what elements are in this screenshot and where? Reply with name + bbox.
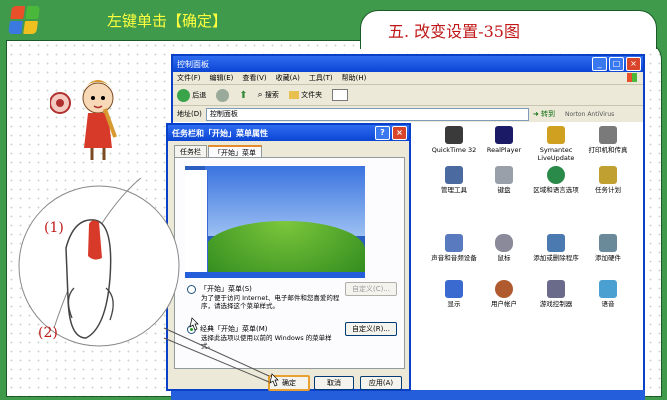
folders-label: 文件夹 [301,91,323,99]
address-bar: 地址(D) 控制面板 ➜ 转到 Norton AntiVirus [173,106,643,123]
slide-title: 五. 改变设置-35图 [388,22,520,41]
user-accounts-item[interactable]: 用户帐户 [481,280,527,308]
scheduled-tasks-label: 任务计划 [595,186,621,194]
up-folder-icon[interactable]: ⬆ [239,90,247,101]
user-accounts-label: 用户帐户 [491,300,517,308]
speech-label: 语音 [601,300,615,308]
search-button[interactable]: ⌕ 搜索 [258,90,279,100]
slide-hint: 左键单击【确定】 [107,12,228,30]
menu-file[interactable]: 文件(F) [177,73,201,83]
sounds-label: 声音和音频设备 [431,254,477,262]
admin-tools-item[interactable]: 管理工具 [431,166,477,194]
search-icon: ⌕ [257,90,263,100]
printers-item[interactable]: 打印机和传真 [585,126,631,154]
quicktime-icon [445,126,463,144]
menu-edit[interactable]: 编辑(E) [210,73,234,83]
help-button[interactable]: ? [375,126,390,140]
region-item[interactable]: 区域和语言选项 [533,166,579,194]
realplayer-label: RealPlayer [486,146,522,154]
folder-icon [288,91,299,99]
minimize-button[interactable]: _ [592,57,607,71]
keyboard-label: 键盘 [497,186,511,194]
liveupdate-icon [547,126,565,144]
mouse-illustration [18,178,279,387]
menu-bar: 文件(F) 编辑(E) 查看(V) 收藏(A) 工具(T) 帮助(H) [173,72,643,85]
printer-icon [599,126,617,144]
admin-tools-label: 管理工具 [441,186,467,194]
globe-icon [547,166,565,184]
apply-button[interactable]: 应用(A) [360,376,402,390]
realplayer-item[interactable]: RealPlayer [481,126,527,154]
windows-flag-icon [627,73,637,82]
windows-logo-icon [8,6,42,36]
norton-label: Norton AntiVirus [564,110,615,118]
joystick-icon [547,280,565,298]
scheduled-tasks-icon [599,166,617,184]
display-icon [445,280,463,298]
liveupdate-item[interactable]: Symantec LiveUpdate [533,126,579,162]
speech-item[interactable]: 语音 [585,280,631,308]
region-label: 区域和语言选项 [533,186,579,194]
back-label: 后退 [192,91,207,99]
menu-favorites[interactable]: 收藏(A) [276,73,300,83]
keyboard-icon [495,166,513,184]
display-item[interactable]: 显示 [431,280,477,308]
views-button[interactable] [332,89,349,101]
sounds-item[interactable]: 声音和音频设备 [431,234,477,262]
back-button[interactable]: 后退 [177,88,207,102]
maximize-button[interactable]: □ [609,57,624,71]
search-label: 搜索 [264,91,279,99]
speaker-icon [445,234,463,252]
forward-button[interactable] [216,88,230,102]
mouse-label: 鼠标 [497,254,511,262]
hardware-icon [599,234,617,252]
quicktime-label: QuickTime 32 [431,146,477,154]
folders-button[interactable]: 文件夹 [288,90,323,100]
keyboard-item[interactable]: 键盘 [481,166,527,194]
address-label: 地址(D) [177,110,202,118]
toolbar: 后退 ⬆ ⌕ 搜索 文件夹 [173,85,643,106]
go-label: 转到 [540,110,555,118]
address-input[interactable]: 控制面板 [205,107,529,121]
back-arrow-icon [177,88,190,102]
add-remove-label: 添加或删除程序 [533,254,579,262]
forward-arrow-icon [216,88,230,102]
mouse-icon [495,234,513,252]
customize-start-button-disabled: 自定义(C)... [345,282,397,296]
go-button[interactable]: ➜ 转到 [533,109,555,119]
menu-view[interactable]: 查看(V) [242,73,266,83]
customize-classic-button[interactable]: 自定义(R)... [345,322,397,336]
users-icon [495,280,513,298]
step-label-2: (2) [38,325,58,341]
quicktime-item[interactable]: QuickTime 32 [431,126,477,154]
dialog-titlebar[interactable]: 任务栏和「开始」菜单属性 ? × [168,125,409,141]
menu-tools[interactable]: 工具(T) [309,73,333,83]
game-controllers-item[interactable]: 游戏控制器 [533,280,579,308]
dialog-close-button[interactable]: × [392,126,407,140]
display-label: 显示 [447,300,461,308]
step-label-1: (1) [44,220,64,236]
menu-help[interactable]: 帮助(H) [342,73,367,83]
liveupdate-label: Symantec LiveUpdate [537,146,575,162]
window-titlebar[interactable]: 控制面板 _ □ × [173,56,643,72]
game-controllers-label: 游戏控制器 [539,300,573,308]
dialog-title: 任务栏和「开始」菜单属性 [172,128,268,138]
cancel-button[interactable]: 取消 [314,376,354,390]
close-button[interactable]: × [626,57,641,71]
window-title: 控制面板 [177,59,209,69]
realplayer-icon [495,126,513,144]
scheduled-tasks-item[interactable]: 任务计划 [585,166,631,194]
admin-tools-icon [445,166,463,184]
add-remove-icon [547,234,565,252]
add-remove-item[interactable]: 添加或删除程序 [533,234,579,262]
add-hardware-item[interactable]: 添加硬件 [585,234,631,262]
speech-icon [599,280,617,298]
mouse-item[interactable]: 鼠标 [481,234,527,262]
printers-label: 打印机和传真 [588,146,628,154]
cartoon-character-icon [50,80,118,160]
add-hardware-label: 添加硬件 [595,254,621,262]
